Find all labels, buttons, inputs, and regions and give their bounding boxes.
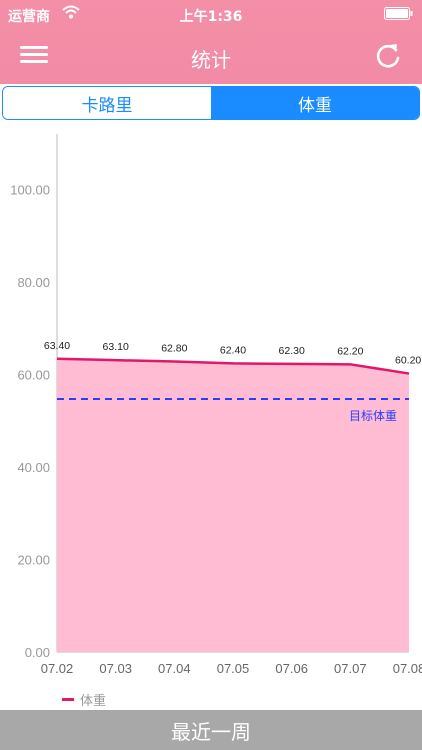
- chart-canvas: 0.00 20.00 40.00 60.00 80.00 100.00 目标体重 63.40 6…: [10, 134, 422, 676]
- y-tick-label: 80.00: [17, 275, 50, 290]
- top-bar: 运营商 上午1:36 统计: [0, 0, 422, 84]
- x-tick-label: 07.04: [158, 661, 191, 676]
- period-button[interactable]: 最近一周: [0, 710, 422, 750]
- refresh-icon: [376, 44, 400, 68]
- legend-swatch: [62, 698, 74, 701]
- status-bar: 运营商 上午1:36: [0, 0, 422, 30]
- tab-bar: 卡路里 体重: [2, 86, 420, 120]
- target-label: 目标体重: [349, 409, 397, 423]
- y-tick-label: 60.00: [17, 368, 50, 383]
- y-tick-label: 0.00: [25, 645, 50, 660]
- weight-chart: 0.00 20.00 40.00 60.00 80.00 100.00 目标体重 63.40 6…: [0, 124, 422, 710]
- data-label: 62.40: [220, 344, 246, 356]
- data-label: 62.30: [279, 345, 305, 357]
- x-tick-label: 07.07: [334, 661, 367, 676]
- page-title: 统计: [191, 48, 231, 72]
- data-label: 63.10: [103, 341, 129, 353]
- x-tick-label: 07.06: [275, 661, 308, 676]
- y-tick-label: 20.00: [17, 553, 50, 568]
- x-tick-label: 07.05: [217, 661, 250, 676]
- x-tick-label: 07.03: [99, 661, 132, 676]
- x-tick-label: 07.08: [393, 661, 422, 676]
- data-label: 62.20: [337, 345, 363, 357]
- chart-legend: 体重: [62, 690, 106, 709]
- legend-label: 体重: [80, 694, 107, 709]
- x-tick-label: 07.02: [41, 661, 74, 676]
- status-time: 上午1:36: [179, 9, 243, 25]
- data-label: 62.80: [161, 343, 187, 355]
- y-tick-label: 100.00: [10, 183, 50, 198]
- refresh-button[interactable]: [374, 40, 402, 70]
- tab-weight[interactable]: 体重: [211, 87, 419, 119]
- tab-calories[interactable]: 卡路里: [3, 87, 211, 119]
- y-tick-label: 40.00: [17, 460, 50, 475]
- series-area: [57, 358, 409, 652]
- data-label: 63.40: [44, 340, 70, 352]
- battery-icon: [384, 7, 414, 20]
- data-label: 60.20: [395, 355, 421, 367]
